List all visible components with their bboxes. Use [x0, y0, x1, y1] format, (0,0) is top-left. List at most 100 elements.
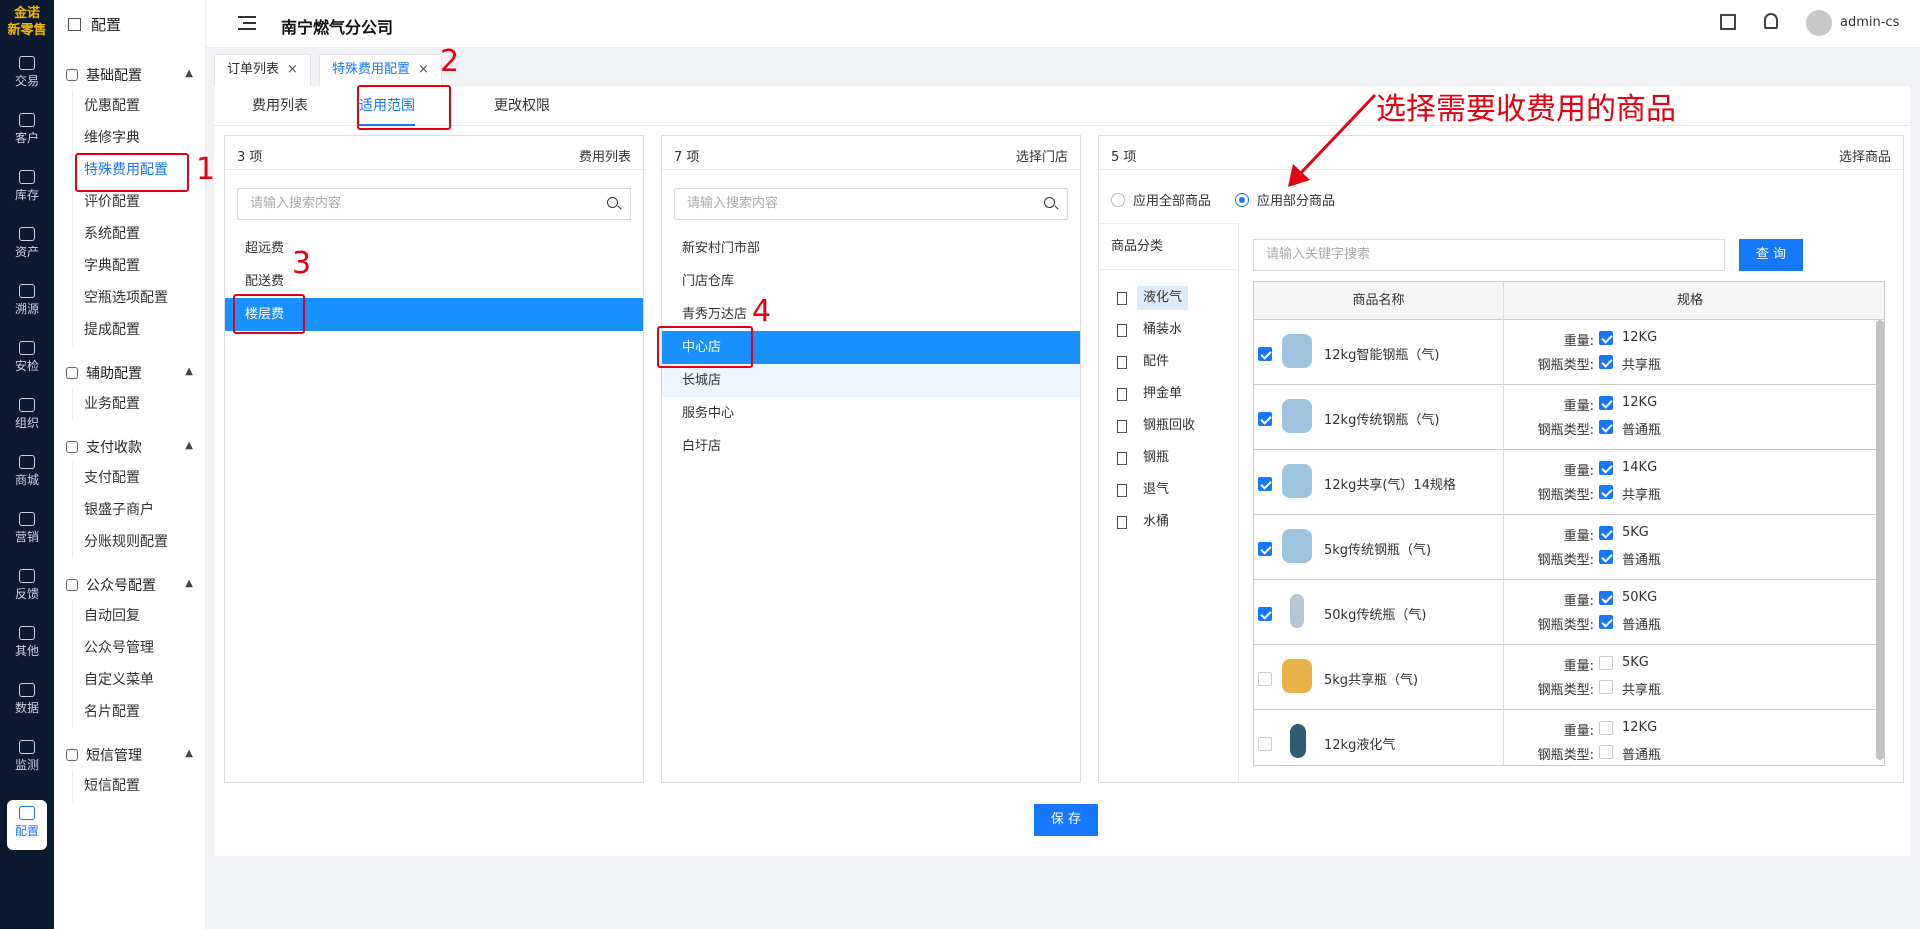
list-item[interactable]: 门店仓库 [662, 265, 1080, 298]
bell-icon[interactable] [1764, 13, 1778, 29]
rail-item-monitor[interactable]: 监测 [0, 734, 54, 784]
table-row: 12kg智能钢瓶（气) 重量: 12KG 钢瓶类型: 共享瓶 [1254, 320, 1876, 385]
avatar[interactable] [1806, 10, 1832, 36]
menu-item-sub-merchant[interactable]: 银盛子商户 [54, 494, 205, 526]
product-name: 12kg液化气 [1324, 738, 1396, 753]
menu-item-empty-bottle[interactable]: 空瓶选项配置 [54, 282, 205, 314]
row-checkbox[interactable] [1258, 542, 1272, 556]
row-checkbox[interactable] [1258, 347, 1272, 361]
search-icon[interactable] [1044, 197, 1055, 208]
rail-item-trade[interactable]: 交易 [0, 50, 54, 100]
menu-group-wechat[interactable]: 公众号配置 ▲ [54, 570, 205, 600]
save-button[interactable]: 保 存 [1034, 804, 1098, 836]
store-search-input[interactable]: 请输入搜索内容 [674, 188, 1068, 220]
menu-item-repair-dict[interactable]: 维修字典 [54, 122, 205, 154]
category-item[interactable]: 退气 [1117, 478, 1175, 502]
rail-item-assets[interactable]: 资产 [0, 221, 54, 271]
category-item[interactable]: 钢瓶回收 [1117, 414, 1201, 438]
close-icon[interactable]: × [287, 62, 298, 77]
category-item[interactable]: 钢瓶 [1117, 446, 1175, 470]
username[interactable]: admin-cs [1840, 15, 1899, 30]
query-button[interactable]: 查 询 [1739, 239, 1803, 271]
category-item[interactable]: 配件 [1117, 350, 1175, 374]
type-checkbox[interactable] [1599, 485, 1613, 499]
tab-special-fee[interactable]: 特殊费用配置 × [319, 54, 442, 86]
menu-group-sms[interactable]: 短信管理 ▲ [54, 740, 205, 770]
menu-item-commission[interactable]: 提成配置 [54, 314, 205, 346]
subtab-fee-list[interactable]: 费用列表 [252, 86, 308, 126]
rail-item-trace[interactable]: 溯源 [0, 278, 54, 328]
type-checkbox[interactable] [1599, 355, 1613, 369]
row-checkbox[interactable] [1258, 477, 1272, 491]
rail-item-config[interactable]: 配置 [7, 800, 47, 850]
annotation-number: 1 [196, 152, 216, 187]
menu-item-card[interactable]: 名片配置 [54, 696, 205, 728]
weight-checkbox[interactable] [1599, 656, 1613, 670]
menu-group-payment[interactable]: 支付收款 ▲ [54, 432, 205, 462]
rail-item-other[interactable]: 其他 [0, 620, 54, 670]
radio-apply-all[interactable]: 应用全部商品 [1111, 190, 1211, 209]
list-item[interactable]: 超远费 [225, 232, 643, 265]
table-scrollbar[interactable] [1876, 320, 1884, 760]
weight-checkbox[interactable] [1599, 721, 1613, 735]
type-checkbox[interactable] [1599, 680, 1613, 694]
menu-group-basic[interactable]: 基础配置 ▲ [54, 60, 205, 90]
menu-item-account-manage[interactable]: 公众号管理 [54, 632, 205, 664]
list-item[interactable]: 新安村门市部 [662, 232, 1080, 265]
category-item[interactable]: 桶装水 [1117, 318, 1188, 342]
weight-checkbox[interactable] [1599, 461, 1613, 475]
rail-item-mall[interactable]: 商城 [0, 449, 54, 499]
shield-icon [66, 441, 78, 453]
type-checkbox[interactable] [1599, 420, 1613, 434]
menu-item-discount[interactable]: 优惠配置 [54, 90, 205, 122]
radio-apply-partial[interactable]: 应用部分商品 [1235, 190, 1335, 209]
file-icon [1117, 291, 1127, 305]
close-icon[interactable]: × [418, 62, 429, 77]
tab-order-list[interactable]: 订单列表 × [214, 54, 311, 86]
category-item[interactable]: 押金单 [1117, 382, 1188, 406]
menu-item-split-rules[interactable]: 分账规则配置 [54, 526, 205, 558]
menu-item-custom-menu[interactable]: 自定义菜单 [54, 664, 205, 696]
menu-item-business[interactable]: 业务配置 [54, 388, 205, 420]
menu-item-dictionary[interactable]: 字典配置 [54, 250, 205, 282]
list-item[interactable]: 服务中心 [662, 397, 1080, 430]
category-item[interactable]: 液化气 [1117, 286, 1189, 310]
menu-item-pay-config[interactable]: 支付配置 [54, 462, 205, 494]
list-item[interactable]: 白圩店 [662, 430, 1080, 463]
row-checkbox[interactable] [1258, 672, 1272, 686]
rail-item-data[interactable]: 数据 [0, 677, 54, 727]
trophy-icon [19, 512, 35, 526]
keyword-search-input[interactable]: 请输入关键字搜索 [1253, 239, 1725, 271]
search-icon[interactable] [607, 197, 618, 208]
rail-item-inspection[interactable]: 安检 [0, 335, 54, 385]
type-checkbox[interactable] [1599, 745, 1613, 759]
rail-item-customer[interactable]: 客户 [0, 107, 54, 157]
row-checkbox[interactable] [1258, 412, 1272, 426]
compass-icon [19, 284, 35, 298]
type-checkbox[interactable] [1599, 615, 1613, 629]
qrcode-icon[interactable] [1720, 14, 1736, 30]
menu-group-aux[interactable]: 辅助配置 ▲ [54, 358, 205, 388]
rail-item-org[interactable]: 组织 [0, 392, 54, 442]
shield-icon [19, 341, 35, 355]
menu-item-system[interactable]: 系统配置 [54, 218, 205, 250]
rail-item-feedback[interactable]: 反馈 [0, 563, 54, 613]
row-checkbox[interactable] [1258, 737, 1272, 751]
fee-search-input[interactable]: 请输入搜索内容 [237, 188, 631, 220]
weight-checkbox[interactable] [1599, 396, 1613, 410]
type-checkbox[interactable] [1599, 550, 1613, 564]
chat-icon [19, 569, 35, 583]
rail-item-inventory[interactable]: 库存 [0, 164, 54, 214]
menu-item-sms-config[interactable]: 短信配置 [54, 770, 205, 802]
menu-toggle-icon[interactable] [238, 16, 256, 30]
weight-checkbox[interactable] [1599, 526, 1613, 540]
weight-checkbox[interactable] [1599, 591, 1613, 605]
product-name: 12kg共享(气）14规格 [1324, 478, 1456, 493]
row-checkbox[interactable] [1258, 607, 1272, 621]
menu-item-auto-reply[interactable]: 自动回复 [54, 600, 205, 632]
subtab-permissions[interactable]: 更改权限 [494, 86, 550, 126]
category-item[interactable]: 水桶 [1117, 510, 1175, 534]
rail-item-marketing[interactable]: 营销 [0, 506, 54, 556]
weight-checkbox[interactable] [1599, 331, 1613, 345]
list-item[interactable]: 长城店 [662, 364, 1080, 397]
